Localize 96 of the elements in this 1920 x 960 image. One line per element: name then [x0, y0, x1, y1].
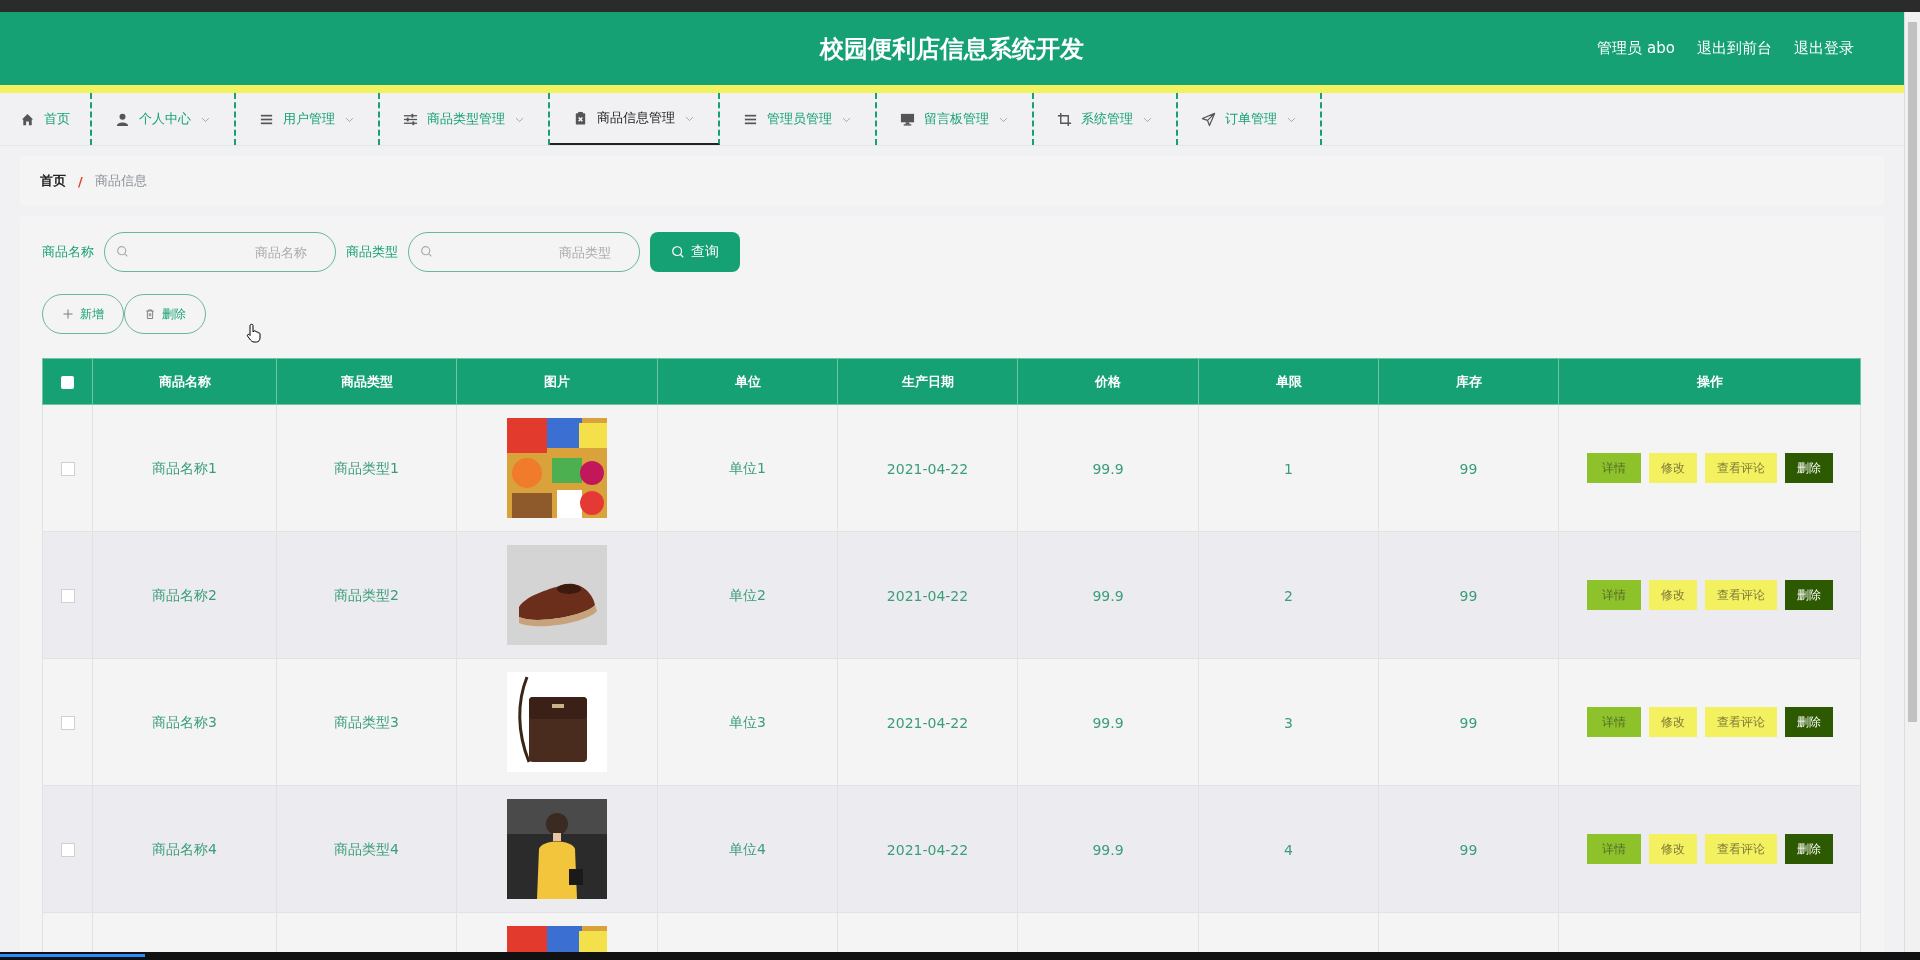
breadcrumb-link[interactable]: 首页 [40, 172, 66, 190]
edit-button[interactable]: 修改 [1648, 707, 1697, 737]
nav-menu-item[interactable]: 个人中心 [92, 93, 236, 145]
table-cell: 商品名称4 [152, 841, 217, 857]
checkbox[interactable] [60, 462, 75, 476]
column-header: 商品名称 [92, 358, 277, 405]
person-icon [115, 111, 130, 127]
table-cell: 2 [1284, 587, 1293, 604]
view-comments-button[interactable]: 查看评论 [1704, 580, 1777, 610]
delete-button[interactable]: 删除 [124, 294, 206, 334]
checkbox[interactable] [60, 716, 75, 730]
table-cell: 商品类型1 [334, 460, 399, 476]
delete-button[interactable]: 删除 [1784, 453, 1833, 483]
search-field[interactable]: 商品名称 [104, 232, 336, 272]
table-cell: 2021-04-22 [886, 841, 969, 858]
table-cell: 99 [1459, 460, 1478, 477]
crop-icon [1057, 111, 1072, 127]
details-button[interactable]: 详情 [1586, 834, 1641, 864]
search-button[interactable]: 查询 [650, 232, 740, 272]
nav-menu-item[interactable]: 订单管理 [1178, 93, 1322, 145]
table-cell: 3 [1284, 714, 1293, 731]
details-button[interactable]: 详情 [1586, 580, 1641, 610]
search-field[interactable]: 商品类型 [408, 232, 640, 272]
table-cell: 99.9 [1092, 587, 1124, 604]
table-cell: 99.9 [1092, 714, 1124, 731]
delete-button[interactable]: 删除 [1784, 834, 1833, 864]
hand-cursor-icon [246, 322, 262, 344]
table-cell: 2021-04-22 [886, 460, 969, 477]
table-cell: 商品名称1 [152, 460, 217, 476]
details-button[interactable]: 详情 [1586, 453, 1641, 483]
column-header: 生产日期 [837, 358, 1018, 405]
search-icon [671, 245, 685, 259]
table-cell: 商品类型4 [334, 841, 399, 857]
field-label: 商品名称 [42, 243, 94, 261]
header-link[interactable]: 退出到前台 [1697, 39, 1772, 58]
table-cell: 单位3 [729, 714, 766, 730]
nav-menu-item[interactable]: 商品类型管理 [380, 93, 550, 145]
column-header: 单位 [657, 358, 838, 405]
header-link[interactable]: 管理员 abo [1597, 39, 1675, 58]
table-cell: 99 [1459, 714, 1478, 731]
edit-button[interactable]: 修改 [1648, 580, 1697, 610]
progress-handle[interactable] [0, 954, 145, 957]
send-icon [1201, 111, 1216, 127]
table-cell: 商品类型2 [334, 587, 399, 603]
delete-button[interactable]: 删除 [1784, 707, 1833, 737]
edit-button[interactable]: 修改 [1648, 834, 1697, 864]
sliders-icon [403, 111, 418, 127]
table-cell: 1 [1284, 460, 1293, 477]
table-cell: 商品名称2 [152, 587, 217, 603]
column-header: 价格 [1017, 358, 1199, 405]
nav-menu-item[interactable]: 首页 [0, 93, 92, 145]
table-cell: 商品类型3 [334, 714, 399, 730]
monitor-icon [900, 111, 915, 127]
site-title: 校园便利店信息系统开发 [820, 33, 1084, 65]
column-header: 商品类型 [276, 358, 457, 405]
clipboard-icon [573, 110, 588, 126]
column-header: 库存 [1378, 358, 1559, 405]
edit-button[interactable]: 修改 [1648, 453, 1697, 483]
view-comments-button[interactable]: 查看评论 [1704, 707, 1777, 737]
column-header: 操作 [1558, 358, 1861, 405]
breadcrumb-link[interactable]: 商品信息 [94, 172, 147, 190]
search-icon [420, 245, 433, 258]
nav-menu-item[interactable]: 系统管理 [1034, 93, 1178, 145]
details-button[interactable]: 详情 [1586, 707, 1641, 737]
checkbox[interactable] [60, 589, 75, 603]
table-cell: 99 [1459, 587, 1478, 604]
nav-menu-item[interactable]: 商品信息管理 [550, 93, 720, 145]
table-cell: 单位1 [729, 460, 766, 476]
table-cell: 99.9 [1092, 460, 1124, 477]
nav-menu-item[interactable]: 管理员管理 [720, 93, 877, 145]
table-cell: 单位2 [729, 587, 766, 603]
scrollbar-thumb[interactable] [1908, 22, 1917, 722]
delete-button[interactable]: 删除 [1784, 580, 1833, 610]
table-cell: 99 [1459, 841, 1478, 858]
checkbox[interactable] [60, 843, 75, 857]
column-header: 图片 [456, 358, 658, 405]
breadcrumb-separator: / [78, 173, 83, 189]
view-comments-button[interactable]: 查看评论 [1704, 834, 1777, 864]
field-label: 商品类型 [346, 243, 398, 261]
home-icon [20, 111, 35, 127]
table-cell: 99.9 [1092, 841, 1124, 858]
table-cell: 4 [1284, 841, 1293, 858]
nav-menu-item[interactable]: 用户管理 [236, 93, 380, 145]
header-link[interactable]: 退出登录 [1794, 39, 1854, 58]
add-button[interactable]: 新增 [42, 294, 124, 334]
view-comments-button[interactable]: 查看评论 [1704, 453, 1777, 483]
nav-menu-item[interactable]: 留言板管理 [877, 93, 1034, 145]
table-cell: 2021-04-22 [886, 714, 969, 731]
column-header: 单限 [1198, 358, 1379, 405]
search-icon [116, 245, 129, 258]
table-cell: 单位4 [729, 841, 766, 857]
table-cell: 2021-04-22 [886, 587, 969, 604]
checkbox[interactable] [61, 376, 74, 389]
trash-icon [144, 308, 156, 320]
plus-icon [62, 308, 74, 320]
table-cell: 商品名称3 [152, 714, 217, 730]
